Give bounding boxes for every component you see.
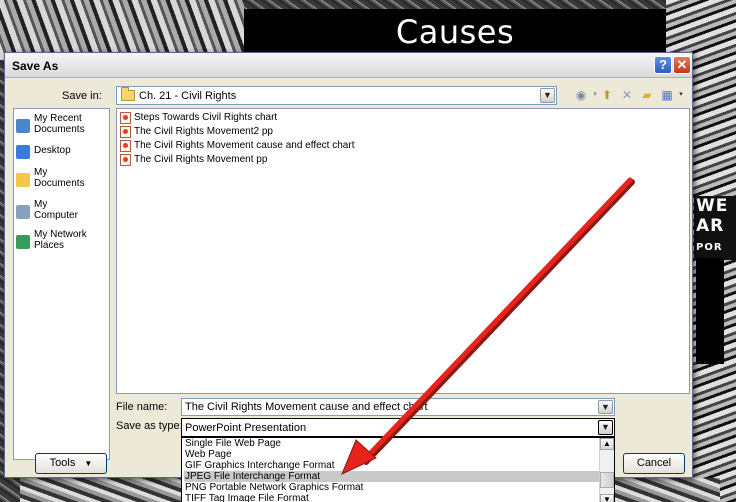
place-label: My Recent Documents [34,113,85,135]
scroll-down-icon[interactable]: ▼ [600,494,614,502]
chevron-down-icon: ▼ [598,400,613,414]
close-button[interactable]: ✕ [673,56,691,74]
poster-line-3: POR [696,242,723,253]
place-label: My Network Places [34,229,87,251]
dropdown-option[interactable]: PNG Portable Network Graphics Format [184,482,599,493]
cancel-button[interactable]: Cancel [623,453,685,474]
slide-title: Causes [395,13,515,51]
save-as-dialog: Save As ? ✕ Save in: Ch. 21 - Civil Righ… [4,52,693,502]
place-my-network-places[interactable]: My Network Places [14,229,109,259]
file-list[interactable]: Steps Towards Civil Rights chart The Civ… [116,108,690,394]
place-my-computer[interactable]: My Computer [14,199,109,229]
dropdown-scrollbar[interactable]: ▲ ▼ [599,438,614,502]
new-folder-icon[interactable]: ▰ [639,87,655,103]
my-computer-icon [16,205,30,219]
save-in-value: Ch. 21 - Civil Rights [139,90,237,102]
save-as-type-dropdown[interactable]: PowerPoint Presentation ▼ [181,418,615,437]
recent-documents-icon [16,119,30,133]
save-as-type-label: Save as type: [116,420,183,432]
up-folder-icon[interactable]: ⬆ [599,87,615,103]
slide-photo-left [0,0,244,60]
file-name: The Civil Rights Movement2 pp [134,126,273,137]
powerpoint-file-icon [120,140,131,152]
dropdown-option[interactable]: Single File Web Page [184,438,599,449]
delete-icon[interactable]: ✕ [619,87,635,103]
scroll-up-icon[interactable]: ▲ [600,438,614,450]
place-my-documents[interactable]: My Documents [14,167,109,197]
dialog-title: Save As [12,59,59,73]
file-name: Steps Towards Civil Rights chart [134,112,278,123]
file-name-value: The Civil Rights Movement cause and effe… [185,401,428,413]
folder-icon [121,87,135,101]
save-as-type-options[interactable]: Single File Web Page Web Page GIF Graphi… [181,437,615,502]
place-label: My Computer [34,199,78,221]
my-documents-icon [16,173,30,187]
dropdown-option[interactable]: Web Page [184,449,599,460]
file-name-field[interactable]: The Civil Rights Movement cause and effe… [181,398,615,416]
network-places-icon [16,235,30,249]
slide-poster: WE AR POR [694,196,736,260]
tools-label: Tools [49,457,76,469]
tools-button[interactable]: Tools ▼ [35,453,107,474]
file-name: The Civil Rights Movement cause and effe… [134,140,355,151]
powerpoint-file-icon [120,154,131,166]
powerpoint-file-icon [120,112,131,124]
places-bar: My Recent Documents Desktop My Documents… [13,108,110,460]
chevron-down-icon: ▼ [84,459,93,468]
save-in-label: Save in: [62,90,102,102]
poster-line-2: AR [696,216,725,236]
place-desktop[interactable]: Desktop [14,143,109,161]
place-my-recent-documents[interactable]: My Recent Documents [14,113,109,143]
help-button[interactable]: ? [654,56,672,74]
powerpoint-file-icon [120,126,131,138]
place-label: Desktop [34,145,71,156]
chevron-down-icon: ▼ [598,420,613,435]
dropdown-option[interactable]: TIFF Tag Image File Format [184,493,599,502]
save-as-type-value: PowerPoint Presentation [185,422,307,434]
poster-line-1: WE [696,196,729,216]
save-in-dropdown[interactable]: Ch. 21 - Civil Rights ▼ [116,86,557,105]
file-name: The Civil Rights Movement pp [134,154,268,165]
slide-title-box: Causes [244,9,666,54]
dropdown-option[interactable]: GIF Graphics Interchange Format [184,460,599,471]
slide-dark-panel [696,258,724,364]
dialog-titlebar[interactable]: Save As ? ✕ [5,53,692,78]
scrollbar-thumb[interactable] [600,472,614,488]
place-label: My Documents [34,167,85,189]
views-dropdown-icon[interactable]: ▾ [673,87,689,103]
desktop-icon [16,145,30,159]
chevron-down-icon: ▼ [540,88,555,103]
file-name-label: File name: [116,401,168,413]
dropdown-option-selected[interactable]: JPEG File Interchange Format [184,471,599,482]
